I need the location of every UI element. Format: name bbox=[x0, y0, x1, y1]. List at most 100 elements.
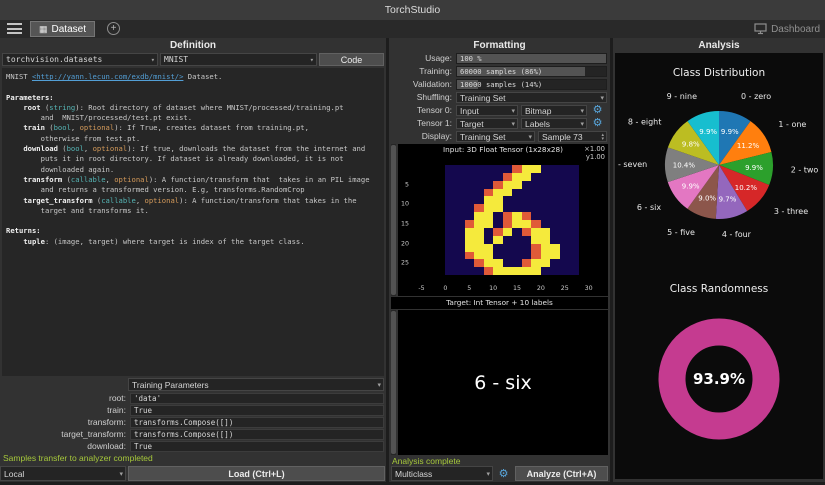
digit-pixel bbox=[550, 267, 560, 275]
doc-text: and returns a transformed version. E.g, … bbox=[6, 185, 305, 194]
digit-pixel bbox=[474, 165, 484, 173]
digit-pixel bbox=[484, 189, 494, 197]
pie-class-label: 6 - six bbox=[637, 203, 661, 212]
dataset-select[interactable]: MNIST ▾ bbox=[160, 53, 317, 66]
digit-pixel bbox=[512, 196, 522, 204]
digit-pixel bbox=[445, 220, 455, 228]
x-tick-label: 0 bbox=[443, 285, 447, 292]
tensor1-format-select[interactable]: Labels ▾ bbox=[521, 118, 587, 129]
doc-line: and returns a transformed version. E.g, … bbox=[6, 185, 380, 195]
tensor1-settings-button[interactable]: ⚙ bbox=[590, 118, 605, 129]
digit-pixel bbox=[465, 189, 475, 197]
input-tensor-title: Input: 3D Float Tensor (1x28x28) bbox=[398, 145, 608, 154]
training-progress-text: 60000 samples (86%) bbox=[460, 67, 542, 76]
y-tick-label: 25 bbox=[401, 260, 409, 267]
scrollbar-handle[interactable] bbox=[391, 145, 396, 295]
digit-pixel bbox=[474, 267, 484, 275]
analyzer-select[interactable]: Multiclass ▾ bbox=[391, 466, 493, 481]
dropdown-arrow-icon: ▾ bbox=[149, 56, 157, 64]
param-field-download[interactable] bbox=[130, 441, 384, 452]
param-field-root[interactable] bbox=[130, 393, 384, 404]
tab-dataset[interactable]: ▦ Dataset bbox=[30, 21, 95, 37]
scrollbar-handle[interactable] bbox=[391, 311, 396, 454]
dropdown-arrow-icon: ▾ bbox=[484, 470, 492, 478]
x-tick-label: 30 bbox=[585, 285, 593, 292]
doc-text: optional bbox=[80, 123, 115, 132]
tensor0-type-value: Input bbox=[457, 106, 509, 116]
pie-pct-label: 9.9% bbox=[721, 128, 739, 136]
analyzer-value: Multiclass bbox=[392, 469, 484, 479]
analyze-button[interactable]: Analyze (Ctrl+A) bbox=[515, 466, 608, 481]
digit-pixel bbox=[522, 212, 532, 220]
doc-text: bool bbox=[67, 144, 84, 153]
sample-spinner[interactable]: Sample 73 ▴▾ bbox=[538, 131, 607, 142]
input-tensor-viewer[interactable]: Input: 3D Float Tensor (1x28x28) ×1.00 y… bbox=[398, 144, 608, 296]
environment-select[interactable]: Local ▾ bbox=[0, 466, 126, 481]
digit-pixel bbox=[503, 204, 513, 212]
tensor1-type-select[interactable]: Target ▾ bbox=[456, 118, 518, 129]
shuffling-select[interactable]: Training Set ▾ bbox=[456, 92, 607, 103]
module-select[interactable]: torchvision.datasets ▾ bbox=[2, 53, 158, 66]
digit-pixel bbox=[541, 189, 551, 197]
tensor0-settings-button[interactable]: ⚙ bbox=[590, 105, 605, 116]
doc-text: ): A function/transform that takes in th… bbox=[179, 196, 356, 205]
digit-pixel bbox=[503, 212, 513, 220]
digit-pixel bbox=[531, 196, 541, 204]
analyzer-settings-button[interactable]: ⚙ bbox=[496, 467, 511, 481]
digit-pixel bbox=[512, 189, 522, 197]
validation-progress-text: 10000 samples (14%) bbox=[460, 80, 542, 89]
param-field-target-transform[interactable] bbox=[130, 429, 384, 440]
digit-pixel bbox=[474, 212, 484, 220]
doc-text: train bbox=[23, 123, 45, 132]
digit-pixel bbox=[541, 228, 551, 236]
doc-text bbox=[6, 237, 23, 246]
add-tab-button[interactable]: + bbox=[107, 22, 120, 35]
load-button[interactable]: Load (Ctrl+L) bbox=[128, 466, 385, 481]
digit-pixel bbox=[560, 220, 570, 228]
code-button[interactable]: Code bbox=[319, 53, 384, 66]
training-parameters-select[interactable]: Training Parameters ▾ bbox=[128, 378, 384, 391]
pie-pct-label: 11.2% bbox=[737, 142, 760, 150]
digit-pixel bbox=[465, 220, 475, 228]
digit-pixel bbox=[570, 181, 580, 189]
digit-pixel bbox=[445, 173, 455, 181]
dashboard-button[interactable]: Dashboard bbox=[754, 21, 820, 37]
digit-pixel bbox=[503, 165, 513, 173]
menu-button[interactable] bbox=[7, 23, 22, 34]
dropdown-arrow-icon: ▾ bbox=[509, 120, 517, 128]
digit-pixel bbox=[455, 259, 465, 267]
pie-class-label: 7 - seven bbox=[615, 160, 647, 169]
target-viewer-scrollbar[interactable] bbox=[391, 310, 396, 455]
input-viewer-scrollbar[interactable] bbox=[391, 144, 396, 296]
tensor0-format-select[interactable]: Bitmap ▾ bbox=[521, 105, 587, 116]
x-tick-label: -5 bbox=[418, 285, 424, 292]
param-field-transform[interactable] bbox=[130, 417, 384, 428]
digit-pixel bbox=[474, 220, 484, 228]
doc-text: callable bbox=[71, 175, 106, 184]
display-set-select[interactable]: Training Set ▾ bbox=[456, 131, 535, 142]
digit-pixel bbox=[550, 220, 560, 228]
analyze-button-label: Analyze (Ctrl+A) bbox=[527, 469, 597, 479]
digit-pixel bbox=[541, 196, 551, 204]
training-parameters-value: Training Parameters bbox=[129, 380, 375, 390]
target-viewer[interactable]: 6 - six bbox=[398, 310, 608, 455]
doc-text: tuple bbox=[23, 237, 45, 246]
doc-text: puts it in root directory. If dataset is… bbox=[6, 154, 344, 163]
digit-pixel bbox=[531, 244, 541, 252]
digit-pixel bbox=[541, 165, 551, 173]
shuffling-value: Training Set bbox=[457, 93, 598, 103]
param-row: train: bbox=[0, 405, 384, 416]
mnist-doc-link[interactable]: <http://yann.lecun.com/exdb/mnist/> bbox=[32, 72, 183, 81]
tensor0-type-select[interactable]: Input ▾ bbox=[456, 105, 518, 116]
gear-icon: ⚙ bbox=[499, 469, 509, 480]
dataset-grid-icon: ▦ bbox=[39, 25, 48, 34]
digit-pixel bbox=[474, 252, 484, 260]
digit-pixel bbox=[484, 220, 494, 228]
validation-label: Validation: bbox=[389, 79, 452, 90]
doc-line: Returns: bbox=[6, 226, 380, 236]
pie-class-label: 1 - one bbox=[778, 120, 806, 129]
digit-pixel bbox=[455, 165, 465, 173]
digit-pixel bbox=[550, 204, 560, 212]
formatting-panel: Formatting Usage: 100 % Training: 60000 … bbox=[389, 38, 610, 482]
param-field-train[interactable] bbox=[130, 405, 384, 416]
